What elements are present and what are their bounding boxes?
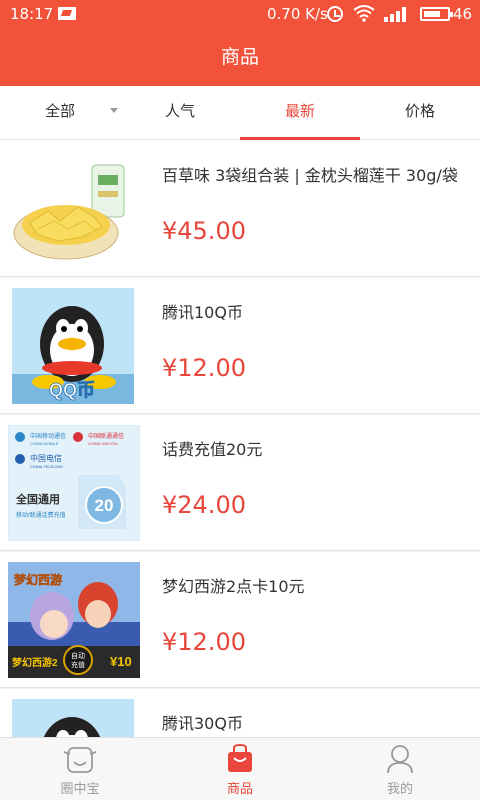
product-image-game-card: 梦幻西游 梦幻西游2 自动 充值 ¥10 xyxy=(8,562,140,678)
tab-all[interactable]: 全部 xyxy=(0,86,120,140)
net-speed: 0.70 K/s xyxy=(267,5,328,23)
china-unicom-label: 中国联通通信 xyxy=(88,432,124,440)
product-image-qq-coin xyxy=(8,699,140,737)
nav-label: 圈中宝 xyxy=(60,782,100,797)
tab-popular[interactable]: 人气 xyxy=(120,86,240,140)
product-item[interactable]: QQ币 腾讯10Q币 ¥12.00 xyxy=(0,278,480,414)
game-name-label: 梦幻西游2 xyxy=(12,656,58,669)
nationwide-label: 全国通用 xyxy=(15,492,60,506)
product-price: ¥24.00 xyxy=(162,491,246,519)
status-time: 18:17 xyxy=(10,5,54,23)
nav-products[interactable]: 商品 xyxy=(160,738,320,800)
product-price: ¥12.00 xyxy=(162,628,246,656)
tab-label: 人气 xyxy=(164,102,195,120)
product-image-phone-card: 中国移动通信 CHINA MOBILE 中国联通通信 CHINA UNICOM … xyxy=(8,425,140,541)
nav-label: 商品 xyxy=(226,782,253,797)
china-mobile-en: CHINA MOBILE xyxy=(30,441,59,446)
auto-charge-label-2: 充值 xyxy=(71,660,85,669)
china-telecom-label: 中国电信 xyxy=(30,453,62,463)
product-image-qq-coin: QQ币 xyxy=(8,288,140,404)
nav-quanzhongbao[interactable]: 圈中宝 xyxy=(0,738,160,800)
battery-icon xyxy=(420,7,453,21)
wifi-icon xyxy=(353,5,375,22)
tab-price[interactable]: 价格 xyxy=(360,86,480,140)
dropdown-caret-icon xyxy=(110,108,118,113)
tab-label: 最新 xyxy=(284,102,315,120)
product-title: 腾讯10Q币 xyxy=(162,303,243,322)
qq-coin-label: QQ币 xyxy=(49,380,95,400)
product-item[interactable]: 百草味 3袋组合装 | 金枕头榴莲干 30g/袋 ¥45.00 xyxy=(0,141,480,277)
nav-mine[interactable]: 我的 xyxy=(320,738,480,800)
smile-face-icon xyxy=(63,747,97,773)
china-mobile-label: 中国移动通信 xyxy=(30,432,66,440)
product-item[interactable]: 中国移动通信 CHINA MOBILE 中国联通通信 CHINA UNICOM … xyxy=(0,415,480,551)
china-unicom-en: CHINA UNICOM xyxy=(88,441,118,446)
battery-level: 46 xyxy=(453,5,473,23)
alarm-icon xyxy=(327,6,343,22)
filter-tabs: 全部 人气 最新 价格 xyxy=(0,86,480,140)
tab-label: 价格 xyxy=(404,102,435,120)
tab-newest[interactable]: 最新 xyxy=(240,86,360,140)
product-list[interactable]: 百草味 3袋组合装 | 金枕头榴莲干 30g/袋 ¥45.00 QQ币 腾讯10… xyxy=(0,141,480,737)
product-item[interactable]: 腾讯30Q币 xyxy=(0,689,480,737)
svg-text:梦幻西游: 梦幻西游 xyxy=(14,572,62,587)
product-price: ¥12.00 xyxy=(162,354,246,382)
product-item[interactable]: 梦幻西游 梦幻西游2 自动 充值 ¥10 梦幻西游2点卡10元 ¥12.00 xyxy=(0,552,480,688)
nav-label: 我的 xyxy=(386,782,413,797)
product-title: 百草味 3袋组合装 | 金枕头榴莲干 30g/袋 xyxy=(162,166,458,185)
bottom-nav: 圈中宝 商品 我的 xyxy=(0,737,480,800)
auto-charge-label-1: 自动 xyxy=(71,651,85,660)
message-icon xyxy=(58,7,76,20)
game-value-label: ¥10 xyxy=(110,654,132,669)
product-title: 梦幻西游2点卡10元 xyxy=(162,577,305,596)
product-title: 腾讯30Q币 xyxy=(162,714,243,733)
product-title: 话费充值20元 xyxy=(162,440,263,459)
product-price: ¥45.00 xyxy=(162,217,246,245)
shopping-bag-icon xyxy=(228,744,252,772)
status-bar: 18:17 0.70 K/s 46 xyxy=(0,0,480,28)
product-image-durian xyxy=(8,151,140,267)
page-title: 商品 xyxy=(220,46,259,68)
tab-label: 全部 xyxy=(44,102,75,120)
card-value-label: 20 xyxy=(95,496,114,515)
card-sub-label: 移动/联通话费充值 xyxy=(16,511,66,519)
china-telecom-en: CHINA TELECOM xyxy=(30,464,63,469)
user-icon xyxy=(387,745,413,774)
page-title-bar: 商品 xyxy=(0,28,480,86)
signal-icon xyxy=(384,7,406,22)
